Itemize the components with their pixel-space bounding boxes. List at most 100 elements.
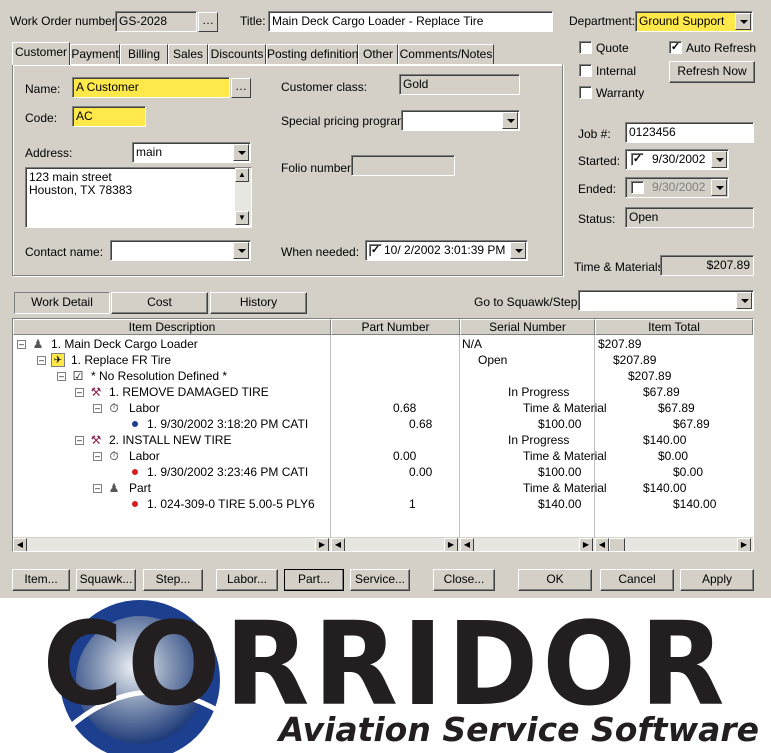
scroll-up-icon[interactable]: ▲ xyxy=(235,168,249,182)
step-button[interactable]: Step... xyxy=(143,569,203,591)
collapse-icon[interactable]: – xyxy=(37,356,46,365)
row-part-number: 1 xyxy=(409,497,416,511)
started-dropdown-icon[interactable] xyxy=(711,151,727,168)
work-order-browse-button[interactable]: … xyxy=(198,12,218,32)
tab-cost[interactable]: Cost xyxy=(111,292,208,314)
scroll-left-icon[interactable]: ◀ xyxy=(460,538,474,551)
collapse-icon[interactable]: – xyxy=(17,340,26,349)
squawk-button[interactable]: Squawk... xyxy=(76,569,136,591)
department-select[interactable]: Ground Support xyxy=(635,11,753,32)
internal-checkbox[interactable] xyxy=(579,64,592,77)
tree-row[interactable]: 1. 9/30/2002 3:23:46 PM CATI 0.00 $100.0… xyxy=(13,464,753,480)
apply-button[interactable]: Apply xyxy=(680,569,754,591)
tab-other[interactable]: Other xyxy=(358,44,398,64)
horizontal-scrollbar[interactable]: ◀ ▶ xyxy=(331,537,460,551)
collapse-icon[interactable]: – xyxy=(57,372,66,381)
tree-row[interactable]: – ♟ 1. Main Deck Cargo Loader N/A $207.8… xyxy=(13,336,753,352)
folio-number-field[interactable] xyxy=(351,155,455,176)
collapse-icon[interactable]: – xyxy=(93,452,102,461)
ended-dropdown-icon[interactable] xyxy=(711,179,727,196)
when-needed-value: 10/ 2/2002 3:01:39 PM xyxy=(384,243,506,257)
item-button[interactable]: Item... xyxy=(12,569,70,591)
tab-work-detail[interactable]: Work Detail xyxy=(14,292,110,314)
column-header-item-description[interactable]: Item Description xyxy=(13,319,331,335)
status-field: Open xyxy=(625,207,754,228)
horizontal-scrollbar[interactable]: ◀ ▶ xyxy=(595,537,753,551)
when-needed-checkbox[interactable] xyxy=(369,244,382,257)
quote-checkbox[interactable] xyxy=(579,41,592,54)
job-number-field[interactable]: 0123456 xyxy=(625,122,754,143)
started-checkbox[interactable] xyxy=(631,153,644,166)
scroll-right-icon[interactable]: ▶ xyxy=(444,538,458,551)
scroll-thumb[interactable] xyxy=(609,538,625,551)
contact-name-select[interactable] xyxy=(110,240,251,261)
customer-browse-button[interactable]: … xyxy=(231,78,251,98)
tree-row[interactable]: – ⚒ 2. INSTALL NEW TIRE In Progress $140… xyxy=(13,432,753,448)
scroll-right-icon[interactable]: ▶ xyxy=(737,538,751,551)
tree-row[interactable]: – ✈ 1. Replace FR Tire Open $207.89 xyxy=(13,352,753,368)
address-scrollbar[interactable]: ▲ ▼ xyxy=(235,168,251,225)
horizontal-scrollbar[interactable]: ◀ ▶ xyxy=(460,537,595,551)
part-button[interactable]: Part... xyxy=(284,569,344,591)
collapse-icon[interactable]: – xyxy=(93,484,102,493)
part-icon: ♟ xyxy=(108,481,120,495)
column-header-part-number[interactable]: Part Number xyxy=(331,319,460,335)
ok-button[interactable]: OK xyxy=(518,569,592,591)
scroll-right-icon[interactable]: ▶ xyxy=(315,538,329,551)
collapse-icon[interactable]: – xyxy=(75,388,84,397)
row-serial: N/A xyxy=(462,337,483,351)
tree-row[interactable]: 1. 024-309-0 TIRE 5.00-5 PLY6 1 $140.00 … xyxy=(13,496,753,512)
tree-row[interactable]: 1. 9/30/2002 3:18:20 PM CATI 0.68 $100.0… xyxy=(13,416,753,432)
tab-payment[interactable]: Payment xyxy=(70,44,120,64)
tree-row[interactable]: – ⏱ Labor 0.00 Time & Material $0.00 xyxy=(13,448,753,464)
address-textarea[interactable]: 123 main street Houston, TX 78383 ▲ ▼ xyxy=(25,167,252,228)
started-field[interactable]: 9/30/2002 xyxy=(625,149,729,170)
horizontal-scrollbar[interactable]: ◀ ▶ xyxy=(13,537,331,551)
auto-refresh-checkbox[interactable] xyxy=(669,41,682,54)
goto-squawk-select[interactable] xyxy=(578,290,754,311)
refresh-now-button[interactable]: Refresh Now xyxy=(669,61,755,83)
when-needed-field[interactable]: 10/ 2/2002 3:01:39 PM xyxy=(365,240,528,261)
customer-code-field[interactable]: AC xyxy=(72,106,146,127)
special-pricing-select[interactable] xyxy=(401,110,520,131)
customer-name-field[interactable]: A Customer xyxy=(72,77,230,98)
tab-billing[interactable]: Billing xyxy=(120,44,168,64)
ended-field[interactable]: 9/30/2002 xyxy=(625,177,729,198)
collapse-icon[interactable]: – xyxy=(93,404,102,413)
tab-discounts[interactable]: Discounts xyxy=(208,44,266,64)
labor-button[interactable]: Labor... xyxy=(216,569,278,591)
scroll-left-icon[interactable]: ◀ xyxy=(595,538,609,551)
pricing-dropdown-icon[interactable] xyxy=(502,112,518,129)
goto-dropdown-icon[interactable] xyxy=(736,292,752,309)
tree-row[interactable]: – ☑ * No Resolution Defined * $207.89 xyxy=(13,368,753,384)
contact-dropdown-icon[interactable] xyxy=(233,242,249,259)
scroll-right-icon[interactable]: ▶ xyxy=(579,538,593,551)
scroll-left-icon[interactable]: ◀ xyxy=(13,538,27,551)
address-dropdown-icon[interactable] xyxy=(233,144,249,161)
tab-posting-definition[interactable]: Posting definition xyxy=(266,44,358,64)
tab-comments-notes[interactable]: Comments/Notes xyxy=(398,44,494,64)
service-button[interactable]: Service... xyxy=(350,569,410,591)
ended-checkbox[interactable] xyxy=(631,181,644,194)
department-dropdown-icon[interactable] xyxy=(735,13,751,30)
address-select[interactable]: main xyxy=(132,142,251,163)
title-field[interactable]: Main Deck Cargo Loader - Replace Tire xyxy=(268,11,553,32)
tree-row[interactable]: – ♟ Part Time & Material $140.00 xyxy=(13,480,753,496)
column-header-item-total[interactable]: Item Total xyxy=(595,319,753,335)
column-header-serial-number[interactable]: Serial Number xyxy=(460,319,595,335)
work-order-number-field[interactable]: GS-2028 xyxy=(115,11,197,32)
tab-history[interactable]: History xyxy=(210,292,307,314)
scroll-left-icon[interactable]: ◀ xyxy=(331,538,345,551)
address-label: Address: xyxy=(25,146,73,160)
tab-customer[interactable]: Customer xyxy=(12,42,70,65)
when-needed-dropdown-icon[interactable] xyxy=(510,242,526,259)
tree-row[interactable]: – ⏱ Labor 0.68 Time & Material $67.89 xyxy=(13,400,753,416)
tree-row[interactable]: – ⚒ 1. REMOVE DAMAGED TIRE In Progress $… xyxy=(13,384,753,400)
warranty-checkbox[interactable] xyxy=(579,86,592,99)
close-button[interactable]: Close... xyxy=(433,569,495,591)
collapse-icon[interactable]: – xyxy=(75,436,84,445)
tab-sales[interactable]: Sales xyxy=(168,44,208,64)
scroll-down-icon[interactable]: ▼ xyxy=(235,211,249,225)
cancel-button[interactable]: Cancel xyxy=(600,569,674,591)
work-detail-tree-grid[interactable]: Item Description Part Number Serial Numb… xyxy=(12,318,754,552)
